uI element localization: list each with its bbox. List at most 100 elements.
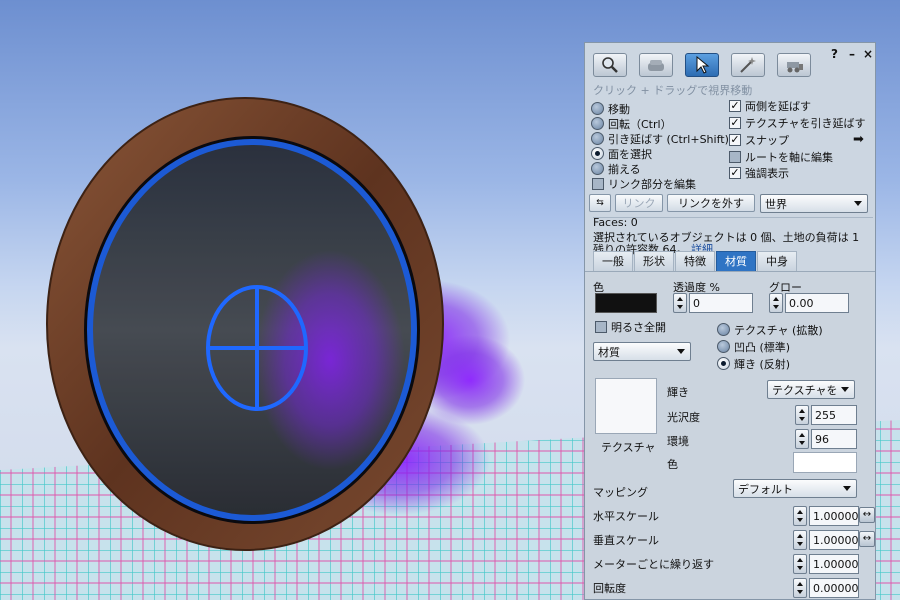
checkmark-icon: ✓ [729, 165, 741, 179]
h-scale-input[interactable]: 1.00000 [809, 506, 859, 526]
magnifier-icon [602, 57, 618, 73]
snap-checkbox[interactable]: ✓ スナップ [729, 132, 789, 147]
spec-color-label: 色 [667, 458, 678, 471]
unlink-button[interactable]: リンクを外す [667, 194, 755, 212]
texture-swatch[interactable] [595, 378, 657, 434]
chevron-down-icon [854, 201, 862, 206]
mapping-dropdown[interactable]: デフォルト [733, 479, 857, 498]
color-swatch[interactable] [595, 293, 657, 313]
mode-stretch-radio[interactable]: 引き延ばす (Ctrl+Shift) [591, 131, 729, 146]
ruler-mode-dropdown[interactable]: 世界 [760, 194, 868, 213]
mode-move-label: 移動 [608, 102, 630, 116]
highlight-checkbox[interactable]: ✓ 強調表示 [729, 165, 789, 180]
mode-select-face-radio[interactable]: 面を選択 [591, 146, 652, 161]
tab-contents[interactable]: 中身 [757, 251, 797, 271]
edit-linked-checkbox[interactable]: リンク部分を編集 [592, 176, 696, 191]
crosshair-symbol [206, 285, 308, 411]
v-scale-spinner[interactable] [793, 530, 807, 550]
v-scale-label: 垂直スケール [593, 534, 659, 547]
edit-root-axis-checkbox[interactable]: ルートを軸に編集 [729, 149, 833, 164]
mirror-frame[interactable] [46, 97, 444, 551]
checkmark-icon: ✓ [729, 98, 741, 112]
land-tool-button[interactable] [777, 53, 811, 77]
faces-count: Faces: 0 [593, 216, 638, 229]
glow-input[interactable]: 0.00 [785, 293, 849, 313]
move-tool-button[interactable] [639, 53, 673, 77]
radio-icon [717, 340, 730, 353]
h-scale-label: 水平スケール [593, 510, 659, 523]
mode-select-face-label: 面を選択 [608, 147, 652, 161]
link-button[interactable]: リンク [615, 194, 663, 212]
edit-tool-button[interactable] [685, 53, 719, 77]
radio-selected-icon [717, 357, 730, 370]
chevron-down-icon [843, 486, 851, 491]
transparency-input[interactable]: 0 [689, 293, 753, 313]
tab-bar: 一般 形状 特徴 材質 中身 [593, 251, 798, 271]
tab-general[interactable]: 一般 [593, 251, 633, 271]
map-specular-radio[interactable]: 輝き (反射) [717, 356, 790, 371]
material-type-value: 材質 [598, 345, 620, 359]
h-scale-spinner[interactable] [793, 506, 807, 526]
mode-align-label: 揃える [608, 162, 641, 176]
scale-link-icon[interactable]: ↔ [859, 507, 875, 523]
stretch-both-sides-checkbox[interactable]: ✓ 両側を延ばす [729, 98, 811, 113]
v-scale-input[interactable]: 1.00000 [809, 530, 859, 550]
environment-input[interactable]: 96 [811, 429, 857, 449]
radio-icon [591, 102, 604, 115]
radio-icon [717, 323, 730, 336]
checkbox-icon [595, 320, 607, 333]
help-button[interactable]: ? [831, 47, 838, 61]
map-normal-radio[interactable]: 凹凸 (標準) [717, 339, 790, 354]
checkbox-icon [592, 177, 604, 190]
checkmark-icon: ✓ [729, 115, 741, 129]
repeats-spinner[interactable] [793, 554, 807, 574]
toolbar-hint: クリック + ドラッグで視界移動 [593, 84, 753, 97]
map-diffuse-radio[interactable]: テクスチャ (拡散) [717, 322, 823, 337]
spec-color-swatch[interactable] [793, 452, 857, 473]
map-normal-label: 凹凸 (標準) [734, 340, 791, 354]
tab-features[interactable]: 特徴 [675, 251, 715, 271]
chevron-down-icon [677, 349, 685, 354]
repeats-label: メーターごとに繰り返す [593, 558, 714, 571]
checkbox-icon [729, 150, 741, 163]
minimize-button[interactable]: – [849, 47, 855, 61]
mode-rotate-radio[interactable]: 回転（Ctrl） [591, 116, 672, 131]
mode-stretch-label: 引き延ばす (Ctrl+Shift) [608, 132, 729, 146]
mode-align-radio[interactable]: 揃える [591, 161, 641, 176]
shininess-value: テクスチャを [772, 383, 838, 397]
glow-spinner[interactable] [769, 293, 783, 313]
scale-link-icon[interactable]: ↔ [859, 531, 875, 547]
glossiness-input[interactable]: 255 [811, 405, 857, 425]
chevron-down-icon [841, 387, 849, 392]
environment-spinner[interactable] [795, 429, 809, 449]
radio-icon [591, 162, 604, 175]
repeats-input[interactable]: 1.00000 [809, 554, 859, 574]
bulldozer-icon [787, 62, 803, 73]
rotation-input[interactable]: 0.00000 [809, 578, 859, 598]
glossiness-label: 光沢度 [667, 411, 700, 424]
rotation-spinner[interactable] [793, 578, 807, 598]
select-prev-next-button[interactable]: ⇆ [589, 194, 611, 212]
glossiness-spinner[interactable] [795, 405, 809, 425]
rotation-label: 回転度 [593, 582, 626, 595]
close-button[interactable]: × [863, 47, 873, 61]
transparency-spinner[interactable] [673, 293, 687, 313]
build-floater: ? – × クリック + ドラッグで視界移動 移動 回転（Ctrl） 引き延ばす… [584, 42, 876, 600]
map-diffuse-label: テクスチャ (拡散) [734, 323, 823, 337]
tab-texture[interactable]: 材質 [716, 251, 756, 271]
focus-tool-button[interactable] [593, 53, 627, 77]
fullbright-checkbox[interactable]: 明るさ全開 [595, 319, 666, 334]
stretch-both-sides-label: 両側を延ばす [745, 99, 811, 113]
mapping-value: デフォルト [738, 482, 793, 496]
mode-move-radio[interactable]: 移動 [591, 101, 630, 116]
create-tool-button[interactable] [731, 53, 765, 77]
highlight-label: 強調表示 [745, 166, 789, 180]
stretch-textures-checkbox[interactable]: ✓ テクスチャを引き延ばす [729, 115, 866, 130]
texture-panel: 色 透過度 % 0 グロー 0.00 明るさ全開 テクスチャ (拡散) 凹凸 (… [585, 271, 875, 599]
material-type-dropdown[interactable]: 材質 [593, 342, 691, 361]
expand-arrow-icon[interactable]: ➡ [853, 132, 864, 147]
radio-selected-icon [591, 147, 604, 160]
map-specular-label: 輝き (反射) [734, 357, 791, 371]
tab-shape[interactable]: 形状 [634, 251, 674, 271]
shininess-dropdown[interactable]: テクスチャを [767, 380, 855, 399]
